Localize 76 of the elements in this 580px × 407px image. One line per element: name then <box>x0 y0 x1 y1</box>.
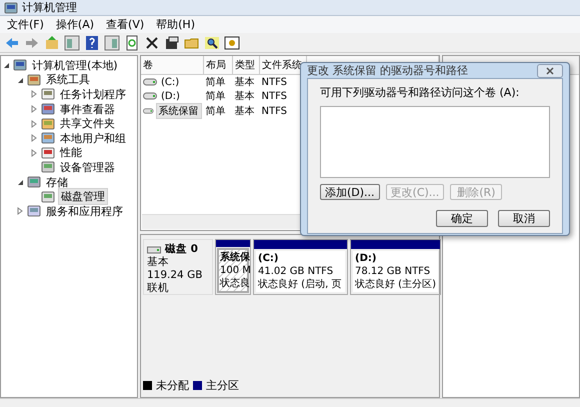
partition-size: 41.02 GB NTFS <box>258 265 334 278</box>
panel-icon[interactable] <box>104 34 120 50</box>
properties-icon[interactable] <box>164 34 180 50</box>
tree-item[interactable]: 服务和应用程序 <box>44 204 125 219</box>
close-icon <box>546 66 554 74</box>
table-cell-text: NTFS <box>260 104 288 118</box>
column-header[interactable]: 类型 <box>232 56 260 74</box>
partition-block[interactable]: (C:) 41.02 GB NTFS 状态良好 (启动, 页 <box>253 239 348 295</box>
refresh-icon[interactable] <box>124 34 140 50</box>
disk-name: 磁盘 0 <box>165 243 198 256</box>
expand-arrow-icon[interactable] <box>31 105 38 114</box>
window-title: 计算机管理 <box>22 0 77 15</box>
partition-size: 78.12 GB NTFS <box>355 265 432 278</box>
partition-name: (C:) <box>258 252 280 265</box>
legend-label: 未分配 <box>156 378 189 393</box>
expand-arrow-icon[interactable] <box>17 207 24 216</box>
tree-item[interactable]: 事件查看器 <box>58 102 117 117</box>
partition-name: (D:) <box>355 252 378 265</box>
table-cell[interactable]: (C:) <box>159 76 182 88</box>
ok-button[interactable]: 确定 <box>436 210 488 227</box>
table-cell: 简单 <box>204 74 232 89</box>
folder-up-icon[interactable] <box>44 34 60 50</box>
cancel-button[interactable]: 取消 <box>498 210 550 227</box>
menu-item[interactable]: 操作(A) <box>50 17 100 32</box>
expand-arrow-icon[interactable] <box>31 134 38 142</box>
tree-item[interactable]: 磁盘管理 <box>58 188 108 206</box>
close-button[interactable] <box>537 64 563 78</box>
tree-item[interactable]: 共享文件夹 <box>58 116 117 132</box>
table-cell[interactable]: (D:) <box>159 90 182 102</box>
tree-item[interactable]: 任务计划程序 <box>58 86 128 102</box>
disk-status: 联机 <box>147 282 170 295</box>
disk-type: 基本 <box>147 256 170 269</box>
volume-icon <box>143 92 157 100</box>
app-icon <box>4 0 18 14</box>
collapse-arrow-icon[interactable] <box>17 76 24 84</box>
tree-item[interactable]: 设备管理器 <box>58 160 117 175</box>
volume-icon <box>143 107 154 115</box>
panel-icon[interactable] <box>64 34 80 50</box>
table-cell: 基本 <box>232 74 260 89</box>
partition-block[interactable]: 系统保 100 M 状态良 <box>215 239 251 295</box>
legend-label: 主分区 <box>206 378 239 393</box>
column-header[interactable]: 布局 <box>204 56 232 74</box>
menu-item[interactable]: 查看(V) <box>101 17 150 32</box>
dialog-title: 更改 系统保留 的驱动器号和路径 <box>307 63 468 78</box>
table-cell-text: 基本 <box>234 90 256 103</box>
tree-item[interactable]: 存储 <box>44 174 70 190</box>
disk-size: 119.24 GB <box>147 269 204 282</box>
expand-arrow-icon[interactable] <box>31 90 38 98</box>
collapse-arrow-icon[interactable] <box>3 61 10 70</box>
expand-arrow-icon[interactable] <box>31 148 38 157</box>
computer-icon <box>13 58 27 72</box>
partition-status: 状态良好 (主分区) <box>355 278 436 291</box>
help-icon[interactable] <box>84 34 100 50</box>
tree-item[interactable]: 性能 <box>58 145 84 160</box>
menu-item[interactable]: 文件(F) <box>2 17 49 32</box>
partition-block[interactable]: (D:) 78.12 GB NTFS 状态良好 (主分区) <box>350 239 441 295</box>
collapse-arrow-icon[interactable] <box>17 178 24 186</box>
expand-arrow-icon[interactable] <box>31 120 38 128</box>
tree-item[interactable]: 本地用户和组 <box>58 130 128 146</box>
path-list[interactable] <box>320 106 550 178</box>
prompt-text: 可用下列驱动器号和路径访问这个卷 (A): <box>320 85 520 100</box>
action-button[interactable]: 添加(D)... <box>320 184 380 200</box>
table-cell-text: 基本 <box>234 104 256 119</box>
volume-icon <box>143 78 157 86</box>
table-cell-text: 简单 <box>204 104 226 119</box>
delete-icon[interactable] <box>144 34 160 50</box>
table-cell-text: NTFS <box>260 90 288 103</box>
menu-item[interactable]: 帮助(H) <box>151 17 200 32</box>
partition-status: 状态良好 (启动, 页 <box>258 278 342 291</box>
tree-item[interactable]: 系统工具 <box>44 72 92 88</box>
table-cell: NTFS <box>260 74 306 89</box>
column-header[interactable]: 卷 <box>141 56 204 74</box>
table-cell[interactable]: 系统保留 <box>156 103 202 119</box>
table-cell-text: 简单 <box>204 90 226 103</box>
search-icon[interactable] <box>204 34 220 50</box>
tree-item[interactable]: 计算机管理(本地) <box>30 58 120 73</box>
